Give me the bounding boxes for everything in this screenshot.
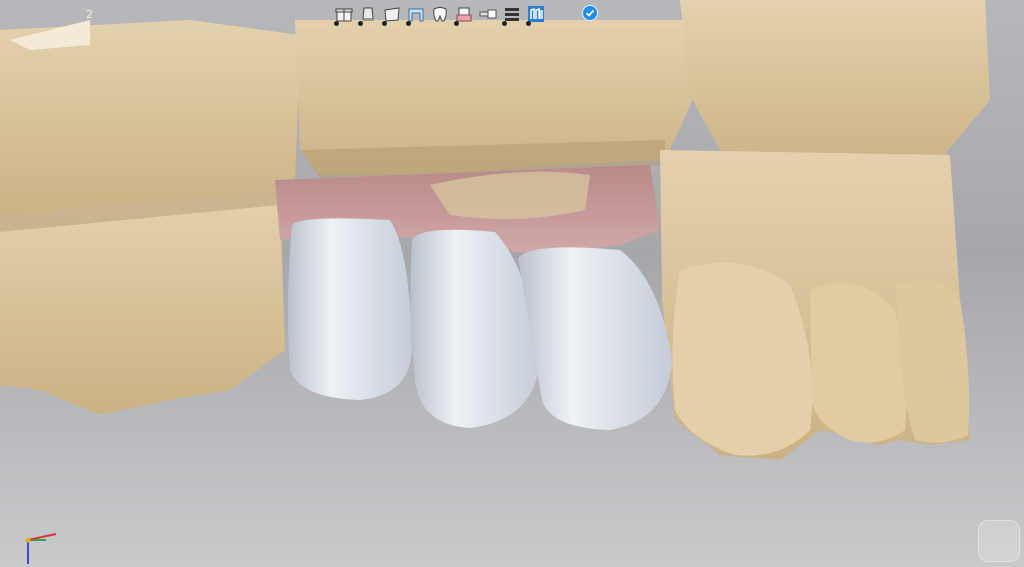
- dropdown-dot: [406, 21, 411, 26]
- tooth-icon: [433, 7, 447, 22]
- dropdown-dot: [382, 21, 387, 26]
- screw-icon: [479, 9, 497, 19]
- crown-3: [518, 247, 672, 430]
- model-right-upper: [680, 0, 990, 175]
- dropdown-dot: [454, 21, 459, 26]
- layers-tool-button[interactable]: [502, 4, 522, 26]
- dropdown-dot: [502, 21, 507, 26]
- model-left-upper: [0, 20, 300, 220]
- toolbar: [334, 2, 546, 26]
- crowns-tool-button[interactable]: [526, 4, 546, 26]
- 3d-viewport[interactable]: 2: [0, 0, 1024, 567]
- view-cube[interactable]: [978, 520, 1020, 562]
- confirm-button[interactable]: [582, 5, 598, 21]
- dropdown-dot: [358, 21, 363, 26]
- gingiva-icon: [456, 7, 472, 22]
- shell-tool-button[interactable]: [382, 4, 402, 26]
- shell-icon: [384, 7, 400, 22]
- bridge-tool-button[interactable]: [406, 4, 426, 26]
- tooth-tool-button[interactable]: [430, 4, 450, 24]
- prep-tool-button[interactable]: [358, 4, 378, 26]
- axis-gizmo-icon: [25, 533, 57, 564]
- layers-icon: [505, 8, 519, 21]
- corner-label: 2: [86, 8, 93, 21]
- model-tool-button[interactable]: [334, 4, 354, 26]
- dropdown-dot: [334, 21, 339, 26]
- abutment-icon: [362, 7, 374, 21]
- gift-box-icon: [335, 8, 353, 22]
- gingiva-tool-button[interactable]: [454, 4, 474, 26]
- crown-1: [287, 218, 412, 400]
- dropdown-dot: [526, 21, 531, 26]
- dental-scene: [0, 0, 990, 460]
- crowns-icon: [528, 6, 544, 22]
- screw-tool-button[interactable]: [478, 4, 498, 24]
- check-icon: [585, 9, 595, 17]
- bridge-icon: [408, 8, 424, 22]
